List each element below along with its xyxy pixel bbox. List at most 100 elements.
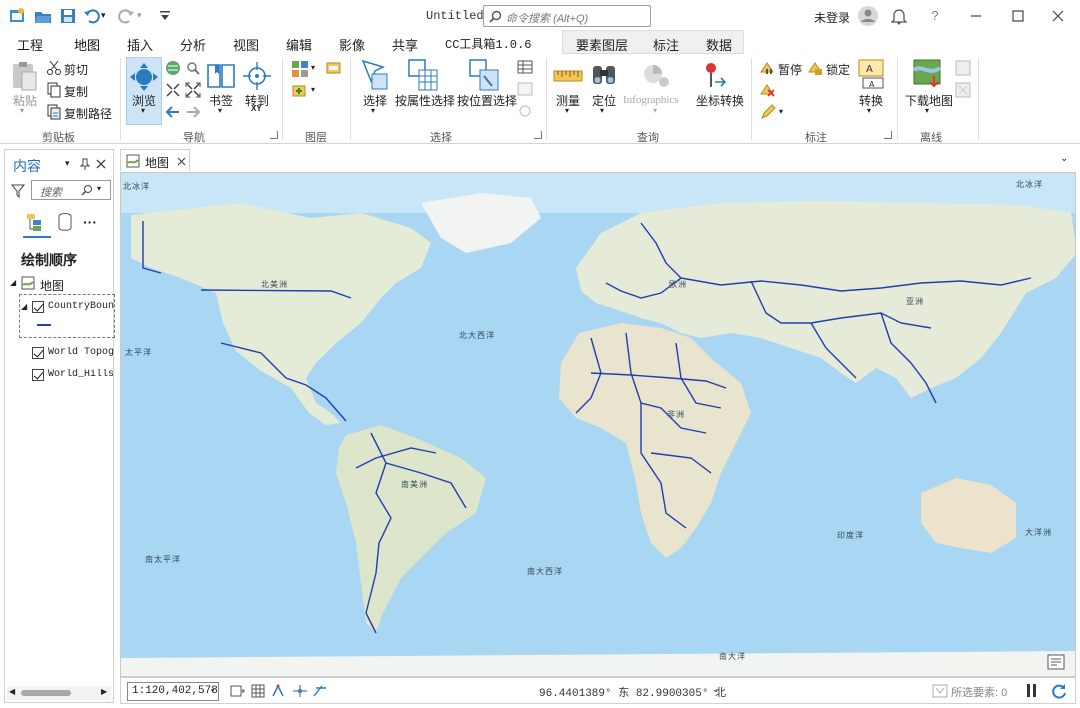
correction-icon[interactable] [312,684,330,698]
refresh-icon[interactable] [1051,683,1067,699]
pane-options-icon[interactable]: ▾ [65,158,70,169]
lock-labels-icon[interactable] [808,60,824,76]
customize-toolbar-icon[interactable] [156,7,174,25]
scale-dropdown-icon[interactable]: ▾ [210,686,215,696]
download-map-icon[interactable] [912,58,944,90]
go-to-xy-icon[interactable] [242,60,272,92]
select-by-location-icon[interactable] [468,58,500,92]
view-unplaced-icon[interactable] [760,82,776,98]
layer-visibility-checkbox[interactable] [32,369,44,381]
close-pane-icon[interactable] [96,159,106,169]
scrollbar-thumb[interactable] [21,690,71,696]
convert-labels-dropdown-icon[interactable]: ▾ [867,106,871,115]
constraints-icon[interactable] [292,684,308,698]
full-extent-icon[interactable] [165,60,181,76]
select-by-attributes-button[interactable]: 按属性选择 [395,92,455,109]
layer-countryboundary[interactable]: CountryBoundary [48,301,114,312]
scroll-right-icon[interactable]: ▶ [101,687,107,696]
copy-icon[interactable] [46,82,62,98]
tab-project[interactable]: 工程 [17,35,43,54]
avatar[interactable] [857,5,879,27]
measure-dropdown-icon[interactable]: ▾ [565,106,569,115]
cut-button[interactable]: 剪切 [64,61,88,78]
search-dropdown-icon[interactable]: ▾ [97,184,101,193]
save-icon[interactable] [59,7,77,25]
tab-analysis[interactable]: 分析 [180,35,206,54]
more-options-icon[interactable]: ··· [83,214,97,230]
tab-insert[interactable]: 插入 [127,35,153,54]
paste-button[interactable]: 粘贴 [13,92,37,109]
labeling-launcher-icon[interactable] [884,131,892,139]
coordinate-format-dropdown-icon[interactable]: ⌄ [712,684,720,695]
add-layer-icon[interactable] [291,82,309,100]
selection-launcher-icon[interactable] [534,131,542,139]
select-dropdown-icon[interactable]: ▾ [371,106,375,115]
snapping-icon[interactable] [271,684,287,698]
horizontal-scrollbar[interactable]: ◀ ▶ [7,686,111,700]
previous-extent-icon[interactable] [165,104,181,120]
add-layer-dropdown-icon[interactable]: ▾ [311,85,315,94]
filter-icon[interactable] [11,184,25,198]
sign-in-status[interactable]: 未登录 [814,9,850,26]
new-project-icon[interactable] [8,7,26,25]
tab-feature-layer[interactable]: 要素图层 [576,35,628,54]
help-button[interactable]: ? [925,6,945,26]
select-icon[interactable] [360,58,390,92]
copy-path-icon[interactable] [46,104,62,120]
fixed-scale-icon[interactable] [230,684,246,698]
layer-visibility-checkbox[interactable] [32,347,44,359]
list-by-drawing-order-icon[interactable] [25,212,47,232]
tab-data[interactable]: 数据 [706,35,732,54]
convert-coordinates-icon[interactable] [703,60,727,90]
world-map[interactable] [121,173,1076,677]
tab-edit[interactable]: 编辑 [286,35,312,54]
pin-icon[interactable] [80,158,90,170]
tab-map[interactable]: 地图 [71,35,103,58]
label-pen-icon[interactable] [760,104,776,120]
basemap-icon[interactable] [291,60,309,78]
scroll-left-icon[interactable]: ◀ [9,687,15,696]
command-search-input[interactable]: 命令搜索 (Alt+Q) [483,5,651,27]
bookmarks-icon[interactable] [206,60,236,92]
layer-world-topographic[interactable]: World Topographic Map [48,347,114,358]
paste-dropdown-icon[interactable]: ▾ [20,106,24,115]
select-by-attributes-icon[interactable] [407,58,439,92]
map-view[interactable]: 北冰洋 北冰洋 北美洲 北大西洋 太平洋 欧洲 亚洲 非洲 南美洲 南太平洋 南… [120,172,1076,677]
attribution-icon[interactable] [1046,653,1066,671]
fixed-zoom-out-icon[interactable] [185,82,201,98]
convert-coordinates-button[interactable]: 坐标转换 [696,92,744,109]
measure-icon[interactable] [553,66,583,86]
layer-expand-icon[interactable]: ◢ [21,302,27,311]
undo-icon[interactable] [83,7,101,25]
copy-path-button[interactable]: 复制路径 [64,105,112,122]
bookmarks-dropdown-icon[interactable]: ▾ [218,106,222,115]
scale-dropdown[interactable]: 1:120,402,578 ▾ [127,682,219,701]
copy-button[interactable]: 复制 [64,83,88,100]
zoom-to-layer-icon[interactable] [185,60,201,76]
layer-visibility-checkbox[interactable] [32,301,44,313]
layer-world-hillshade[interactable]: World_Hillshade [48,369,114,380]
locate-icon[interactable] [590,60,618,90]
minimize-icon[interactable] [966,6,986,26]
list-by-source-icon[interactable] [57,212,73,232]
fixed-zoom-in-icon[interactable] [165,82,181,98]
map-node-label[interactable]: 地图 [40,277,64,294]
attributes-icon[interactable] [517,60,533,74]
download-map-dropdown-icon[interactable]: ▾ [925,106,929,115]
convert-labels-icon[interactable]: AA [857,58,887,90]
pause-labeling-button[interactable]: 暂停 [778,61,802,78]
pause-labeling-icon[interactable] [760,60,776,76]
pause-drawing-icon-bar[interactable] [1033,684,1036,697]
paste-icon[interactable] [10,60,40,92]
explore-icon[interactable] [128,61,160,93]
grid-icon[interactable] [251,684,265,698]
label-pen-dropdown-icon[interactable]: ▾ [779,107,783,116]
tab-list-dropdown-icon[interactable]: ⌄ [1060,153,1068,164]
close-icon[interactable] [1048,6,1068,26]
locate-dropdown-icon[interactable]: ▾ [600,106,604,115]
pause-drawing-icon[interactable] [1027,684,1030,697]
map-view-tab[interactable]: 地图 [120,149,190,171]
navigate-launcher-icon[interactable] [270,131,278,139]
add-data-icon[interactable] [326,60,342,76]
close-map-tab-icon[interactable] [177,157,186,166]
